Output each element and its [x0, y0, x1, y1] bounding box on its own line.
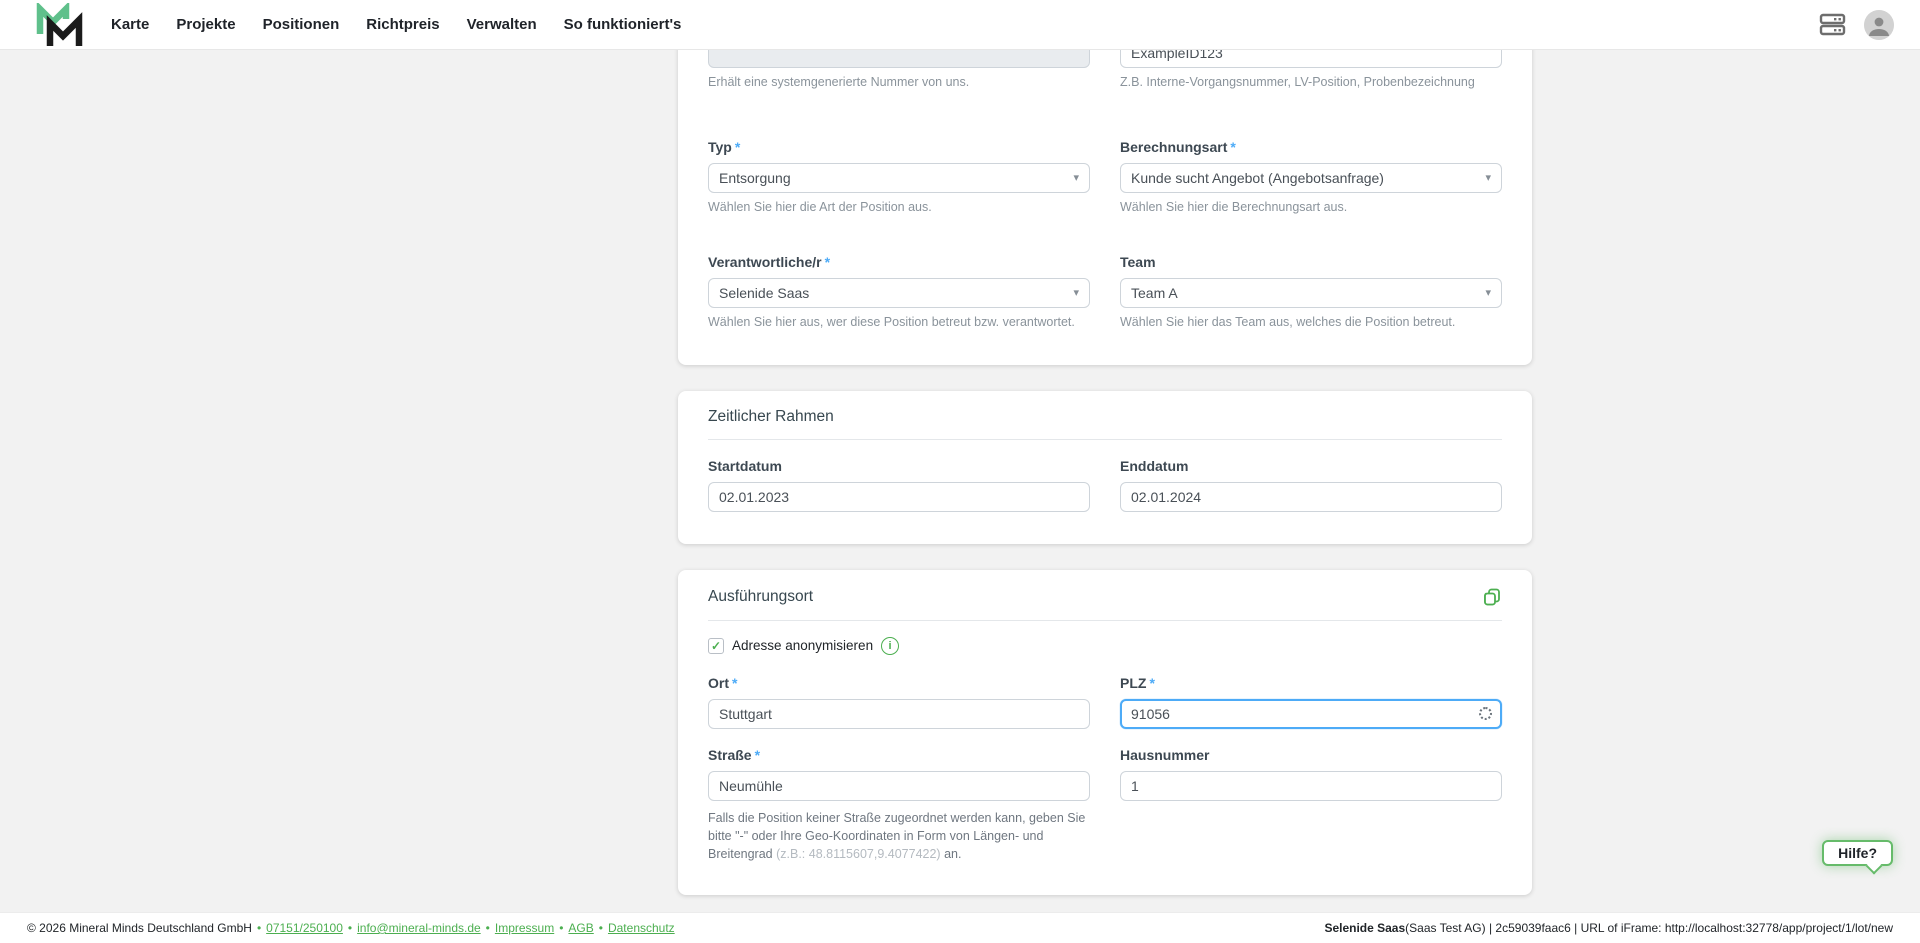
hausnummer-input[interactable] [1120, 770, 1502, 801]
berechnungsart-helper: Wählen Sie hier die Berechnungsart aus. [1120, 199, 1348, 214]
strasse-helper: Falls die Position keiner Straße zugeord… [708, 810, 1086, 861]
nav-item-projekte[interactable]: Projekte [176, 16, 235, 33]
berechnungsart-select[interactable]: Kunde sucht Angebot (Angebotsanfrage) ▾ [1120, 162, 1502, 193]
system-number-helper: Erhält eine systemgenerierte Nummer von … [708, 75, 970, 89]
required-mark: * [754, 746, 761, 763]
team-select[interactable]: Team A ▾ [1120, 277, 1502, 308]
page-footer: © 2026 Mineral Minds Deutschland GmbH • … [0, 912, 1920, 943]
nav-item-positionen[interactable]: Positionen [263, 16, 340, 33]
nav-item-verwalten[interactable]: Verwalten [467, 16, 537, 33]
chevron-down-icon: ▾ [1485, 172, 1491, 185]
email-link[interactable]: info@mineral-minds.de [357, 921, 481, 935]
position-details-card: Erhält eine systemgenerierte Nummer von … [678, 50, 1532, 365]
startdatum-label: Startdatum [708, 457, 782, 474]
ort-label: Ort * [708, 674, 738, 691]
footer-user-name: Selenide Saas [1324, 921, 1406, 935]
strasse-label: Straße * [708, 746, 761, 763]
server-icon[interactable] [1819, 12, 1846, 37]
chevron-down-icon: ▾ [1073, 287, 1079, 300]
plz-label: PLZ * [1120, 674, 1155, 691]
typ-select-value: Entsorgung [719, 169, 791, 186]
external-id-helper: Z.B. Interne-Vorgangsnummer, LV-Position… [1120, 75, 1475, 89]
user-avatar-icon[interactable] [1864, 9, 1894, 40]
mineral-minds-logo[interactable] [36, 2, 86, 47]
team-helper: Wählen Sie hier das Team aus, welches di… [1120, 314, 1456, 329]
strasse-input[interactable] [708, 770, 1090, 801]
page-content: Erhält eine systemgenerierte Nummer von … [0, 50, 1920, 912]
main-nav: Karte Projekte Positionen Richtpreis Ver… [111, 16, 681, 33]
startdatum-input[interactable] [708, 481, 1090, 512]
typ-helper: Wählen Sie hier die Art der Position aus… [708, 199, 932, 214]
logo-icon [36, 2, 83, 46]
required-mark: * [824, 253, 831, 270]
divider [708, 438, 1502, 440]
required-mark: * [1149, 674, 1155, 691]
footer-company-info: © 2026 Mineral Minds Deutschland GmbH • … [27, 921, 675, 935]
agb-link[interactable]: AGB [568, 921, 593, 935]
verantwortlicher-select[interactable]: Selenide Saas ▾ [708, 277, 1090, 308]
top-navbar: Karte Projekte Positionen Richtpreis Ver… [0, 0, 1920, 50]
ort-input[interactable] [708, 698, 1090, 729]
help-button[interactable]: Hilfe? [1822, 840, 1893, 875]
footer-session-details: (Saas Test AG) | 2c59039faac6 | URL of i… [1405, 921, 1893, 935]
loading-spinner-icon [1479, 706, 1492, 720]
time-range-card: Zeitlicher Rahmen Startdatum Enddatum [678, 390, 1532, 544]
info-icon[interactable]: i [881, 636, 900, 655]
typ-label: Typ * [708, 138, 741, 155]
external-id-input[interactable] [1120, 50, 1502, 68]
copyright-text: © 2026 Mineral Minds Deutschland GmbH [27, 921, 252, 935]
copy-icon[interactable] [1482, 587, 1502, 607]
impressum-link[interactable]: Impressum [495, 921, 554, 935]
berechnungsart-label: Berechnungsart * [1120, 138, 1236, 155]
chevron-down-icon: ▾ [1485, 287, 1491, 300]
required-mark: * [732, 674, 738, 691]
plz-input[interactable] [1120, 698, 1502, 729]
time-range-title: Zeitlicher Rahmen [708, 407, 834, 425]
verantwortlicher-label: Verantwortliche/r * [708, 253, 831, 270]
berechnungsart-select-value: Kunde sucht Angebot (Angebotsanfrage) [1131, 169, 1384, 186]
team-label: Team [1120, 253, 1156, 270]
team-select-value: Team A [1131, 284, 1178, 301]
datenschutz-link[interactable]: Datenschutz [608, 921, 675, 935]
enddatum-label: Enddatum [1120, 457, 1189, 474]
checkmark-icon: ✓ [710, 638, 722, 653]
anonymize-address-checkbox[interactable]: ✓ [708, 637, 724, 654]
required-mark: * [734, 138, 741, 155]
footer-session-info: Selenide Saas (Saas Test AG) | 2c59039fa… [1324, 921, 1893, 935]
nav-item-karte[interactable]: Karte [111, 16, 149, 33]
location-title: Ausführungsort [708, 587, 814, 605]
verantwortlicher-helper: Wählen Sie hier aus, wer diese Position … [708, 314, 1075, 329]
chevron-down-icon: ▾ [1073, 172, 1079, 185]
anonymize-address-label: Adresse anonymisieren [732, 638, 874, 654]
verantwortlicher-select-value: Selenide Saas [719, 284, 810, 301]
nav-item-so-funktionierts[interactable]: So funktioniert's [564, 16, 682, 33]
hausnummer-label: Hausnummer [1120, 746, 1210, 763]
system-number-input [708, 50, 1090, 68]
enddatum-input[interactable] [1120, 481, 1502, 512]
nav-item-richtpreis[interactable]: Richtpreis [366, 16, 439, 33]
divider [708, 619, 1502, 621]
location-card: Ausführungsort ✓ Adresse anonymisieren i [678, 569, 1532, 895]
typ-select[interactable]: Entsorgung ▾ [708, 162, 1090, 193]
required-mark: * [1230, 138, 1236, 155]
phone-link[interactable]: 07151/250100 [266, 921, 343, 935]
navbar-right [1819, 9, 1894, 40]
